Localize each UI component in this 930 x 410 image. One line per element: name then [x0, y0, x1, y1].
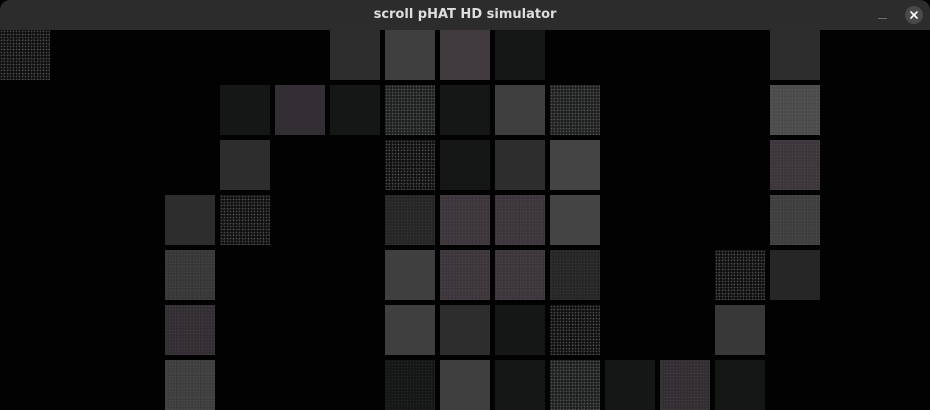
led-pixel — [660, 360, 710, 410]
led-pixel — [165, 195, 215, 245]
close-button[interactable] — [905, 6, 923, 24]
led-pixel — [550, 195, 600, 245]
window-title: scroll pHAT HD simulator — [373, 7, 557, 22]
led-pixel — [440, 85, 490, 135]
led-pixel — [385, 140, 435, 190]
led-pixel — [385, 195, 435, 245]
led-pixel — [220, 140, 270, 190]
led-pixel — [550, 85, 600, 135]
led-pixel — [275, 85, 325, 135]
led-pixel — [0, 30, 50, 80]
led-pixel — [440, 140, 490, 190]
led-pixel — [385, 305, 435, 355]
led-pixel — [550, 140, 600, 190]
led-pixel — [495, 30, 545, 80]
led-pixel — [605, 360, 655, 410]
led-pixel — [385, 30, 435, 80]
led-pixel — [495, 250, 545, 300]
led-pixel — [495, 85, 545, 135]
led-pixel — [440, 305, 490, 355]
led-pixel — [550, 250, 600, 300]
led-pixel — [165, 250, 215, 300]
led-pixel — [715, 305, 765, 355]
led-pixel — [165, 360, 215, 410]
led-pixel — [165, 305, 215, 355]
close-icon — [910, 11, 918, 19]
led-matrix-display — [0, 30, 930, 410]
led-pixel — [330, 30, 380, 80]
led-pixel — [495, 140, 545, 190]
led-pixel — [715, 360, 765, 410]
minimize-icon — [878, 18, 887, 19]
led-pixel — [220, 195, 270, 245]
led-pixel — [330, 85, 380, 135]
simulator-window: scroll pHAT HD simulator — [0, 0, 930, 410]
title-bar[interactable]: scroll pHAT HD simulator — [0, 0, 930, 30]
led-pixel — [550, 360, 600, 410]
led-pixel — [495, 360, 545, 410]
led-pixel — [385, 250, 435, 300]
led-pixel — [440, 360, 490, 410]
led-pixel — [220, 85, 270, 135]
led-pixel — [770, 30, 820, 80]
led-pixel — [770, 195, 820, 245]
led-pixel — [770, 140, 820, 190]
led-pixel — [770, 85, 820, 135]
led-pixel — [385, 360, 435, 410]
led-pixel — [550, 305, 600, 355]
led-pixel — [440, 195, 490, 245]
minimize-button[interactable] — [870, 4, 894, 26]
led-pixel — [770, 250, 820, 300]
led-pixel — [440, 30, 490, 80]
led-pixel — [385, 85, 435, 135]
led-pixel — [440, 250, 490, 300]
led-pixel — [715, 250, 765, 300]
led-pixel — [495, 305, 545, 355]
led-pixel — [495, 195, 545, 245]
